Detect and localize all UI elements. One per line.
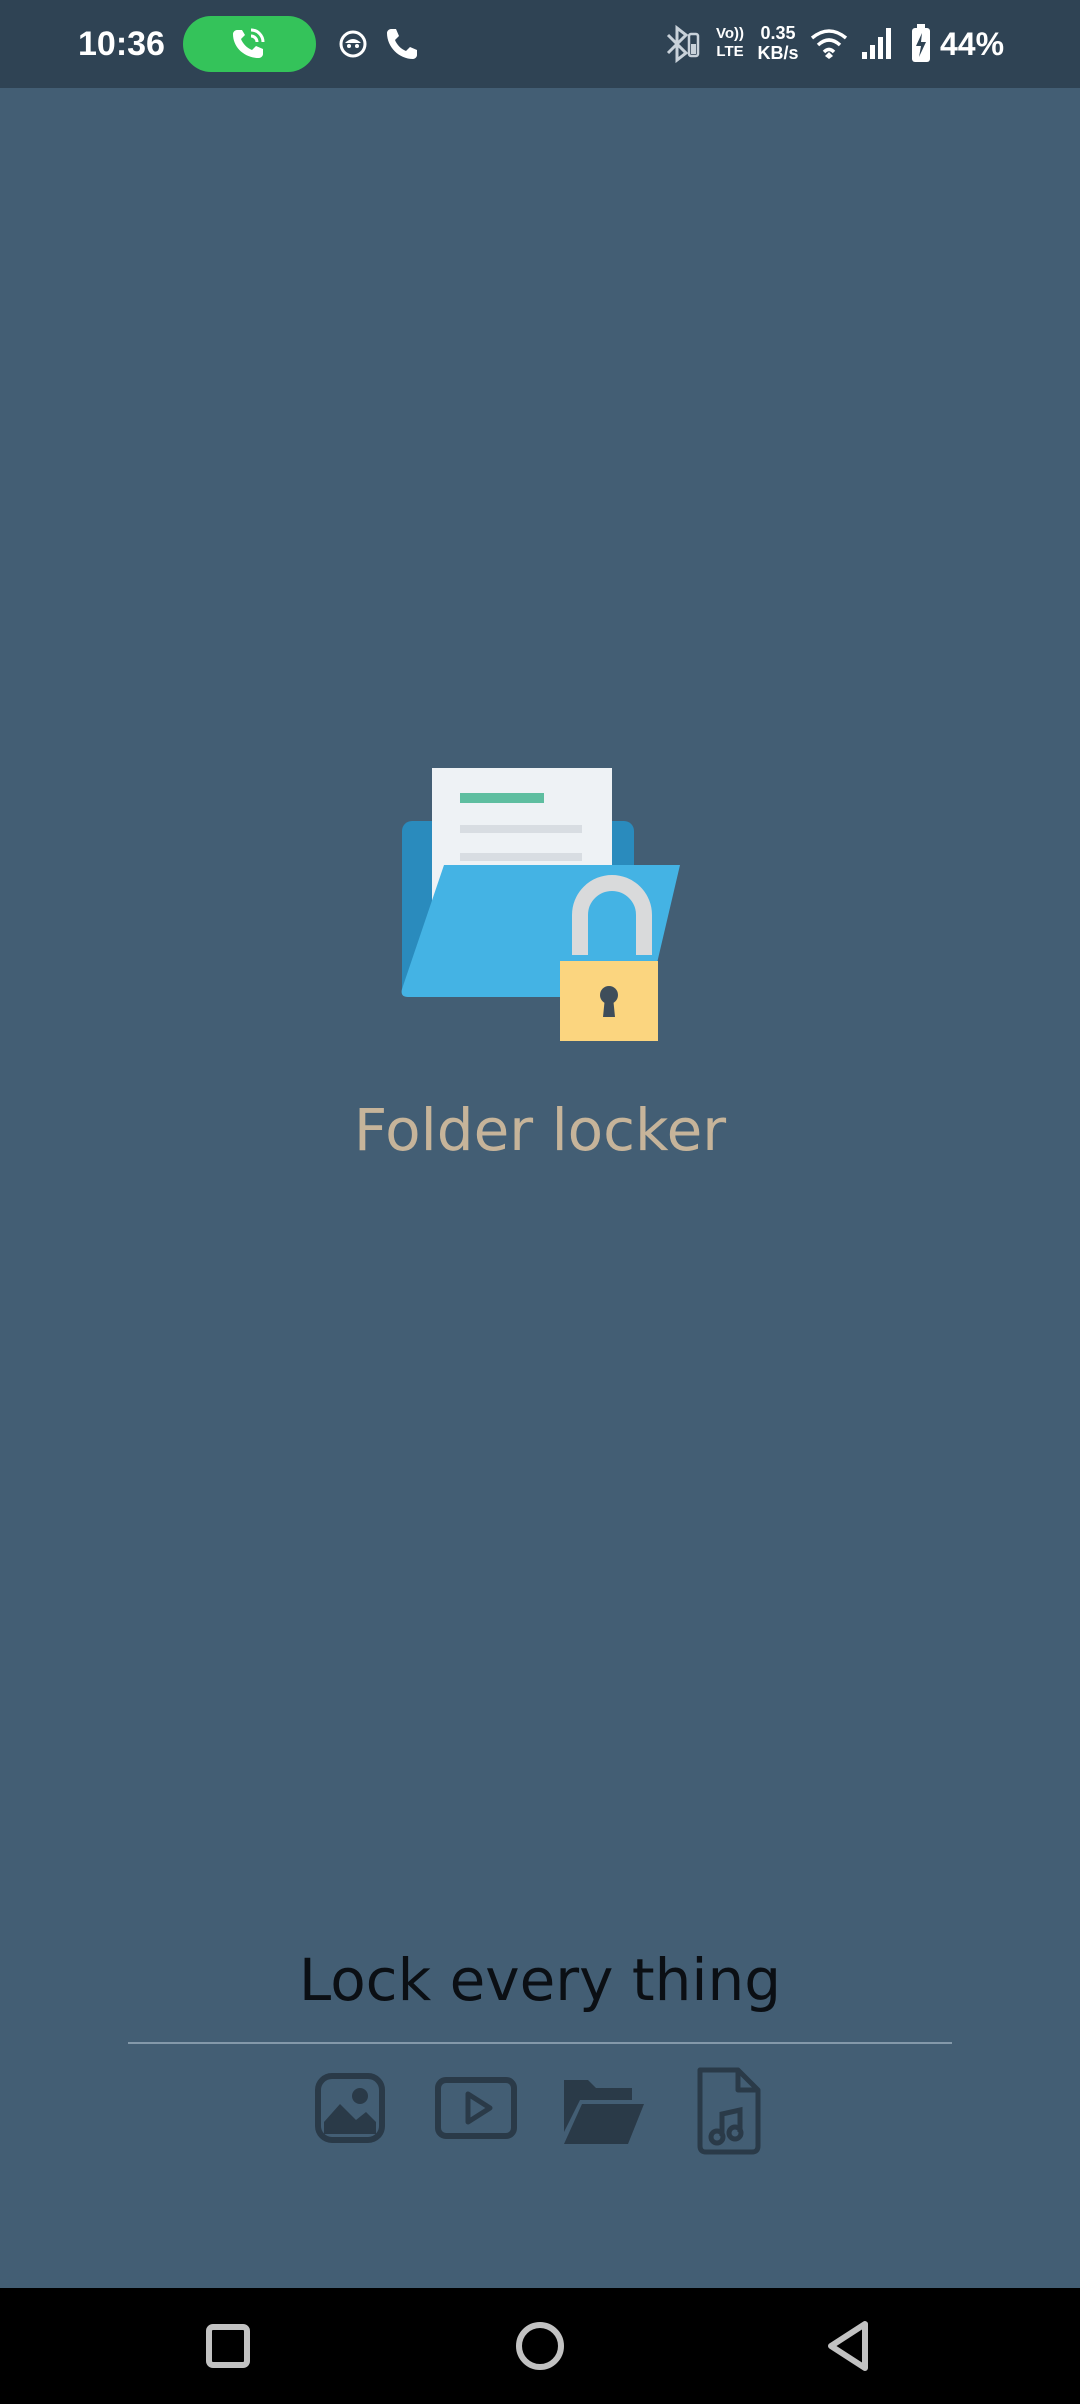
battery-charging-icon xyxy=(910,24,932,64)
wifi-icon xyxy=(810,26,848,60)
alien-notification-icon xyxy=(338,29,368,59)
battery-percentage: 44% xyxy=(940,26,1005,62)
image-icon xyxy=(314,2060,386,2156)
speed-value: 0.35 xyxy=(760,23,796,43)
video-icon xyxy=(434,2060,518,2156)
network-speed: 0.35 KB/s xyxy=(754,24,802,62)
call-active-icon xyxy=(233,28,265,58)
audio-file-icon xyxy=(694,2060,764,2156)
phone-icon xyxy=(384,26,420,62)
volte-top-text: Vo)) xyxy=(715,25,745,42)
back-icon[interactable] xyxy=(815,2310,887,2382)
bluetooth-icon xyxy=(664,24,700,64)
status-bar: 10:36 Vo)) LTE 0.35 KB/s 44% xyxy=(0,0,1080,88)
tagline: Lock every thing xyxy=(298,1946,782,2014)
home-icon[interactable] xyxy=(504,2310,576,2382)
app-title: Folder locker xyxy=(353,1096,727,1164)
folder-open-icon xyxy=(560,2060,646,2156)
locked-folder-icon xyxy=(398,765,680,1047)
recents-icon[interactable] xyxy=(192,2310,264,2382)
divider xyxy=(128,2042,952,2044)
active-call-pill[interactable] xyxy=(183,16,316,72)
signal-icon xyxy=(860,26,896,60)
volte-indicator: Vo)) LTE xyxy=(712,26,748,59)
speed-unit: KB/s xyxy=(757,43,799,63)
navigation-bar xyxy=(0,2288,1080,2404)
volte-bottom-text: LTE xyxy=(716,43,744,60)
status-time: 10:36 xyxy=(78,25,165,63)
